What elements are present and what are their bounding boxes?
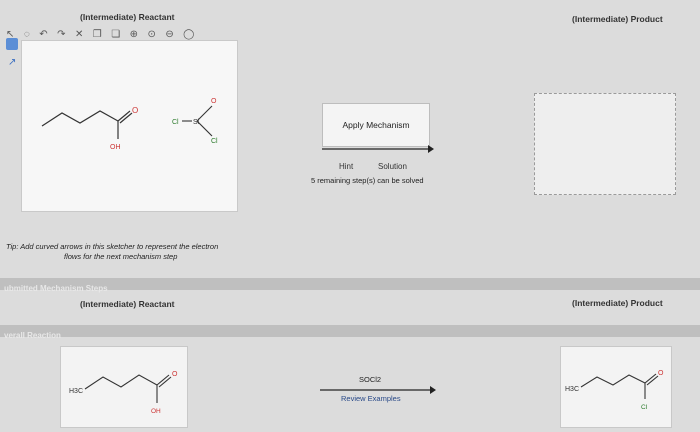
tip-line-2: flows for the next mechanism step [64,252,178,261]
delete-icon[interactable]: ✕ [75,29,83,40]
curved-arrow-tool-icon[interactable]: ↗ [8,57,16,68]
ch3-label: H3C [69,388,83,395]
tip-line-1: Tip: Add curved arrows in this sketcher … [6,242,219,251]
middle-product-title: (Intermediate) Product [572,298,663,308]
cl-label: Cl [211,138,218,145]
submitted-steps-bar[interactable]: ubmitted Mechanism Steps [0,278,700,293]
select-tool-button[interactable] [6,38,18,50]
apply-arrow [322,145,434,153]
tip-text: Tip: Add curved arrows in this sketcher … [6,242,258,262]
sketch-canvas[interactable]: O OH Cl Si O Cl [21,40,238,212]
overall-reaction-label: verall Reaction [4,331,61,340]
si-o-label: O [211,98,217,105]
product-carbonyl-o: O [658,370,664,377]
apply-mechanism-button[interactable]: Apply Mechanism [322,103,430,147]
reactant-structure: O OH Cl Si O Cl [41,98,218,151]
undo-icon[interactable]: ↶ [39,29,47,40]
hint-link[interactable]: Hint [339,162,353,171]
paste-icon[interactable]: ❏ [111,29,120,40]
zoom-reset-icon[interactable]: ◯ [183,29,194,40]
zoom-in-icon[interactable]: ⊕ [130,29,138,40]
redo-icon[interactable]: ↷ [57,29,65,40]
reagent-label: SOCl2 [359,375,382,384]
review-examples-link[interactable]: Review Examples [341,394,401,403]
overall-reaction-bar[interactable]: verall Reaction [0,325,700,340]
overall-product-structure: H3C O Cl [565,370,664,411]
carbonyl-o-label: O [132,106,138,115]
si-cl-label: Cl [172,119,179,126]
product-cl: Cl [641,404,648,411]
overall-reactant-structure: H3C O OH [69,371,178,415]
lasso-icon[interactable]: ◌ [24,29,30,40]
zoom-out-icon[interactable]: ⊖ [165,29,173,40]
si-label: Si [193,119,200,126]
overall-product-box: H3C O Cl [560,346,672,428]
remaining-steps-text: 5 remaining step(s) can be solved [311,176,424,185]
overall-carbonyl-o: O [172,371,178,378]
reactant-title: (Intermediate) Reactant [80,12,175,22]
overall-reactant-box: H3C O OH [60,346,188,428]
product-title: (Intermediate) Product [572,14,663,24]
hydroxyl-label: OH [110,144,121,151]
submitted-steps-label: ubmitted Mechanism Steps [4,284,108,293]
product-ch3-label: H3C [565,386,579,393]
solution-link[interactable]: Solution [378,162,407,171]
middle-reactant-title: (Intermediate) Reactant [80,299,175,309]
zoom-fit-icon[interactable]: ⊙ [147,29,155,40]
product-box[interactable] [534,93,676,195]
overall-hydroxyl: OH [151,408,161,415]
copy-icon[interactable]: ❐ [93,29,102,40]
